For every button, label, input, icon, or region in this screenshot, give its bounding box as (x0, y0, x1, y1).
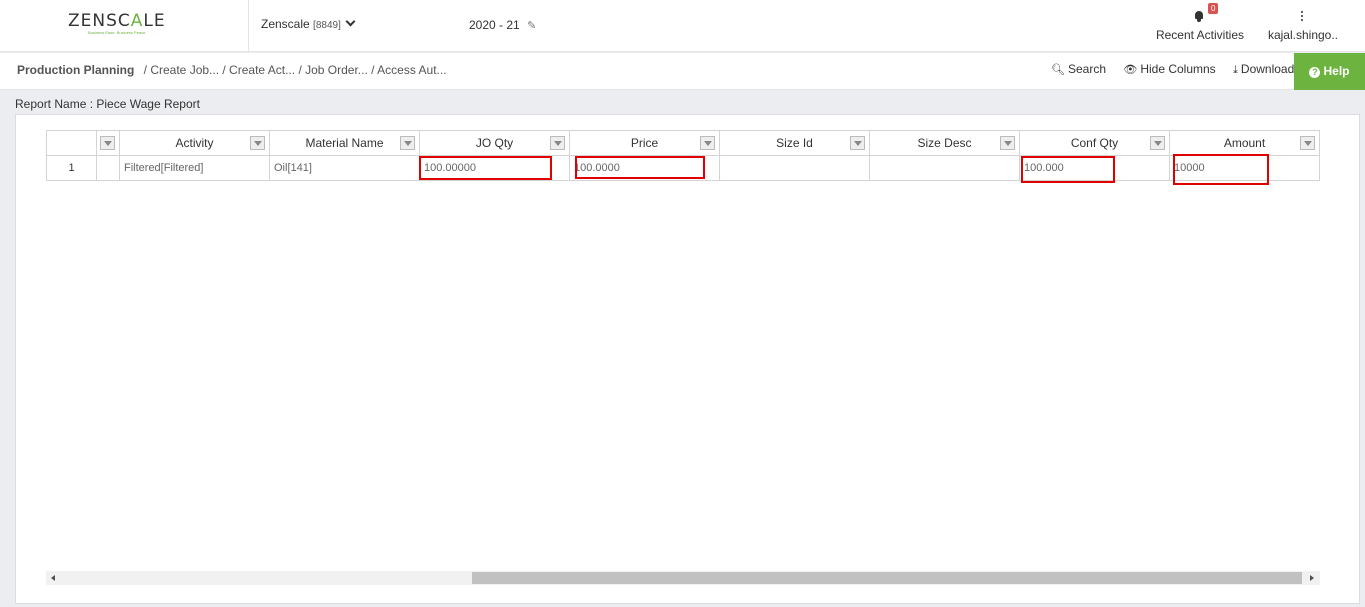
filter-icon[interactable] (100, 136, 115, 150)
column-header-conf-qty[interactable]: Conf Qty (1019, 130, 1170, 156)
column-header-activity[interactable]: Activity (119, 130, 270, 156)
cell-activity[interactable]: Filtered[Filtered] (119, 155, 270, 181)
sub-header: Production Planning / Create Job... / Cr… (0, 53, 1365, 90)
highlight-jo-qty (419, 156, 552, 180)
cell-size-desc[interactable] (869, 155, 1020, 181)
column-header-price[interactable]: Price (569, 130, 720, 156)
filter-icon[interactable] (1000, 136, 1015, 150)
filter-icon[interactable] (250, 136, 265, 150)
help-button[interactable]: ? Help (1294, 53, 1365, 90)
column-header-amount[interactable]: Amount (1169, 130, 1320, 156)
filter-icon[interactable] (700, 136, 715, 150)
eye-slash-icon: 👁︎ (1123, 64, 1138, 76)
report-name: Report Name : Piece Wage Report (15, 97, 200, 111)
download-icon: ⤓ (1233, 64, 1238, 76)
highlight-price (575, 156, 705, 179)
edit-icon[interactable]: ✎ (527, 19, 536, 32)
user-name: kajal.shingo.. (1267, 28, 1339, 42)
kebab-menu-icon (1301, 11, 1304, 22)
recent-activities-label: Recent Activities (1155, 28, 1245, 42)
fiscal-year-selector[interactable]: 2020 - 21 ✎ (469, 18, 536, 32)
download-button[interactable]: ⤓ Download (1233, 62, 1294, 77)
column-header-select[interactable] (96, 130, 120, 156)
breadcrumb-item[interactable]: / Create Act... (222, 63, 295, 77)
highlight-amount (1173, 154, 1269, 185)
toolbar-actions: 🔍︎ Search 👁︎ Hide Columns ⤓ Download (1051, 62, 1308, 77)
column-header-material-name[interactable]: Material Name (269, 130, 420, 156)
scroll-left-arrow-icon[interactable] (51, 575, 55, 581)
company-selector[interactable]: Zenscale [8849] (261, 16, 356, 31)
highlight-conf-qty (1021, 156, 1115, 183)
fiscal-year-label: 2020 - 21 (469, 18, 520, 32)
scroll-right-arrow-icon[interactable] (1310, 575, 1314, 581)
user-menu[interactable]: kajal.shingo.. (1266, 8, 1340, 44)
bell-icon (1194, 11, 1204, 22)
company-name: Zenscale (261, 17, 310, 31)
header-divider (248, 0, 249, 52)
filter-icon[interactable] (1150, 136, 1165, 150)
notification-badge: 0 (1208, 3, 1219, 14)
recent-activities-button[interactable]: 0 Recent Activities (1154, 3, 1246, 44)
chevron-down-icon (345, 16, 356, 27)
cell-select[interactable] (96, 155, 120, 181)
company-code: [8849] (313, 20, 341, 31)
breadcrumb: Production Planning / Create Job... / Cr… (17, 63, 447, 77)
logo-tagline: Business Ease. Business Peace. (88, 30, 147, 35)
report-panel (15, 114, 1360, 604)
cell-size-id[interactable] (719, 155, 870, 181)
hide-columns-button[interactable]: 👁︎ Hide Columns (1123, 62, 1215, 76)
top-header: ZENSCALE Business Ease. Business Peace. … (0, 0, 1365, 52)
column-header-jo-qty[interactable]: JO Qty (419, 130, 570, 156)
filter-icon[interactable] (1300, 136, 1315, 150)
search-button[interactable]: 🔍︎ Search (1051, 62, 1106, 76)
filter-icon[interactable] (400, 136, 415, 150)
logo-wordmark: ZENSCALE (68, 11, 166, 31)
filter-icon[interactable] (850, 136, 865, 150)
header-row: Activity Material Name JO Qty Price Size… (46, 130, 1320, 156)
column-header-size-desc[interactable]: Size Desc (869, 130, 1020, 156)
cell-row-number: 1 (46, 155, 97, 181)
column-header-size-id[interactable]: Size Id (719, 130, 870, 156)
cell-material-name[interactable]: Oil[141] (269, 155, 420, 181)
question-circle-icon: ? (1309, 67, 1321, 78)
breadcrumb-item[interactable]: / Access Aut... (371, 63, 446, 77)
breadcrumb-root[interactable]: Production Planning (17, 63, 134, 77)
horizontal-scrollbar[interactable] (46, 571, 1320, 585)
row-number-header (46, 130, 97, 156)
scrollbar-thumb[interactable] (472, 572, 1302, 584)
breadcrumb-item[interactable]: / Create Job... (144, 63, 219, 77)
filter-icon[interactable] (550, 136, 565, 150)
breadcrumb-item[interactable]: / Job Order... (298, 63, 367, 77)
zenscale-logo[interactable]: ZENSCALE Business Ease. Business Peace. (68, 11, 180, 37)
search-icon: 🔍︎ (1051, 64, 1065, 76)
